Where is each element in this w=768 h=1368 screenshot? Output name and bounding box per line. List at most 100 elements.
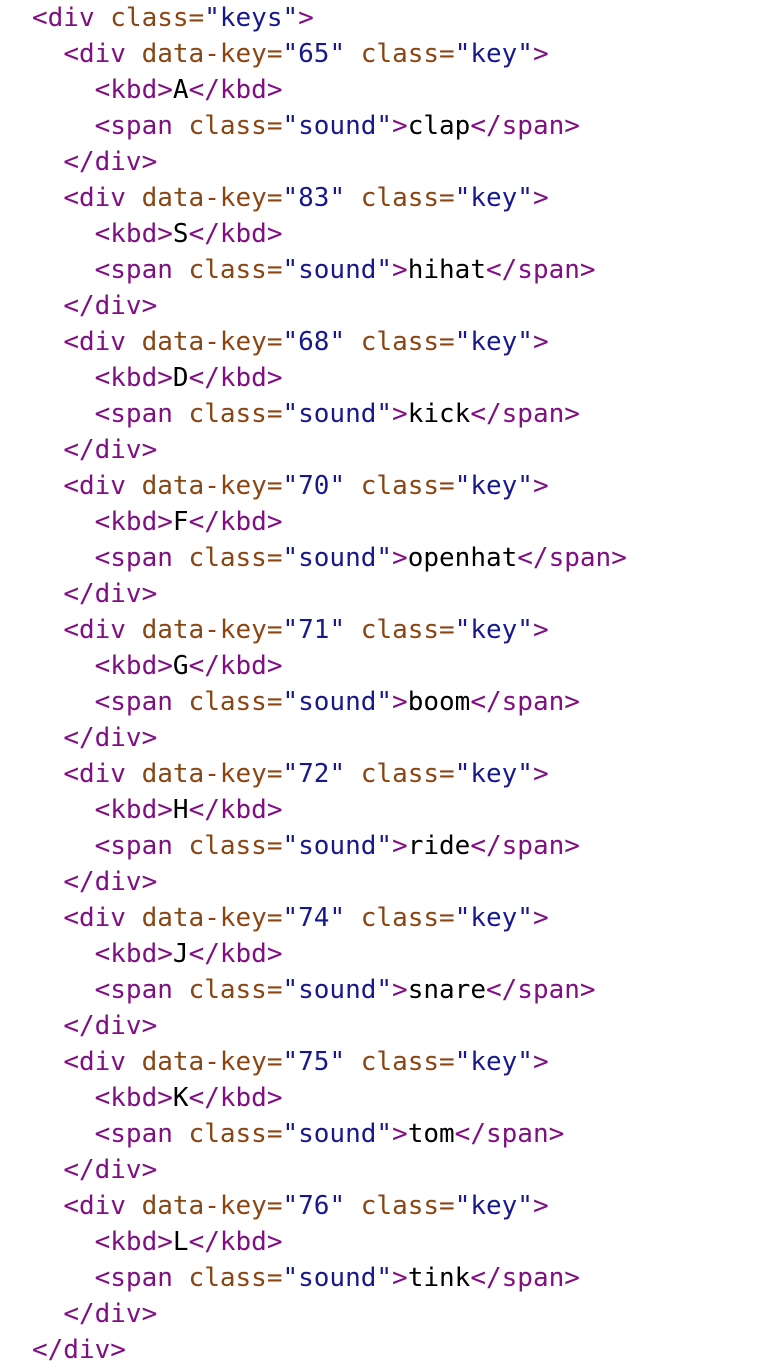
code-line: </div> xyxy=(32,576,768,612)
code-token-tag: </span> xyxy=(470,111,580,141)
code-token-tag: > xyxy=(392,543,408,573)
code-token-tag xyxy=(345,759,361,789)
code-line: </div> xyxy=(32,144,768,180)
code-token-val: "sound" xyxy=(282,399,393,429)
code-token-tag: </span> xyxy=(517,543,627,573)
code-token-attr: data-key= xyxy=(141,1191,283,1221)
code-token-tag: </span> xyxy=(470,831,580,861)
code-token-txt: ride xyxy=(407,831,471,861)
code-token-tag: > xyxy=(532,39,549,69)
code-token-attr: class= xyxy=(188,687,283,717)
code-token-attr: class= xyxy=(360,1191,455,1221)
code-line: <kbd>H</kbd> xyxy=(32,792,768,828)
code-token-attr: data-key= xyxy=(141,183,283,213)
code-token-val: "key" xyxy=(454,327,533,357)
code-line: <span class="sound">boom</span> xyxy=(32,684,768,720)
code-token-tag: </div> xyxy=(63,867,158,897)
code-token-tag: <kbd> xyxy=(94,651,173,681)
code-token-attr: data-key= xyxy=(141,471,283,501)
code-token-tag: </kbd> xyxy=(188,1227,283,1257)
code-line: <kbd>K</kbd> xyxy=(32,1080,768,1116)
code-token-attr: data-key= xyxy=(141,1047,283,1077)
code-token-tag: </kbd> xyxy=(188,939,283,969)
code-token-val: "key" xyxy=(454,1191,533,1221)
code-token-txt: boom xyxy=(407,687,471,717)
code-token-tag xyxy=(345,39,361,69)
code-token-attr: data-key= xyxy=(141,39,283,69)
code-token-tag: </kbd> xyxy=(188,795,283,825)
code-token-val: "key" xyxy=(454,1047,533,1077)
code-line: </div> xyxy=(32,864,768,900)
code-token-tag: <kbd> xyxy=(94,219,173,249)
code-token-txt: D xyxy=(172,363,189,393)
code-token-attr: class= xyxy=(360,471,455,501)
code-token-val: "65" xyxy=(282,39,346,69)
code-token-attr: class= xyxy=(360,615,455,645)
code-token-tag: <div xyxy=(32,3,111,33)
code-token-tag: </span> xyxy=(485,255,596,285)
code-token-val: "key" xyxy=(454,39,533,69)
code-token-attr: class= xyxy=(188,1119,283,1149)
code-token-tag: </kbd> xyxy=(188,363,283,393)
code-token-txt: tom xyxy=(407,1119,455,1149)
code-line: <span class="sound">tom</span> xyxy=(32,1116,768,1152)
code-token-txt: kick xyxy=(407,399,471,429)
code-token-tag: </span> xyxy=(485,975,596,1005)
code-token-tag: </kbd> xyxy=(188,219,283,249)
code-line: <div data-key="70" class="key"> xyxy=(32,468,768,504)
code-token-tag: </div> xyxy=(63,147,158,177)
code-token-tag xyxy=(345,471,361,501)
code-token-attr: data-key= xyxy=(141,327,283,357)
code-token-tag: <div xyxy=(63,615,142,645)
code-token-tag: </kbd> xyxy=(188,1083,283,1113)
code-token-tag: <div xyxy=(63,471,142,501)
code-token-tag: > xyxy=(532,183,549,213)
code-token-tag: </span> xyxy=(470,1263,580,1293)
code-token-tag xyxy=(345,183,361,213)
code-token-tag: </div> xyxy=(63,579,158,609)
code-token-tag: > xyxy=(532,615,549,645)
code-line: <div data-key="65" class="key"> xyxy=(32,36,768,72)
code-line: <div data-key="72" class="key"> xyxy=(32,756,768,792)
code-line: <span class="sound">openhat</span> xyxy=(32,540,768,576)
code-token-tag: <kbd> xyxy=(94,795,173,825)
code-token-val: "keys" xyxy=(204,3,299,33)
code-token-txt: H xyxy=(172,795,189,825)
code-token-tag: </kbd> xyxy=(188,75,283,105)
code-token-tag: </span> xyxy=(470,399,580,429)
code-token-attr: class= xyxy=(110,3,205,33)
code-token-tag: <div xyxy=(63,1191,142,1221)
code-token-attr: class= xyxy=(188,543,283,573)
code-token-tag: <div xyxy=(63,327,142,357)
code-token-tag: > xyxy=(532,759,549,789)
code-token-val: "68" xyxy=(282,327,346,357)
code-token-tag: <kbd> xyxy=(94,507,173,537)
code-token-tag: </span> xyxy=(454,1119,565,1149)
code-token-txt: tink xyxy=(407,1263,471,1293)
code-token-tag: <kbd> xyxy=(94,75,173,105)
code-token-val: "83" xyxy=(282,183,346,213)
code-token-attr: class= xyxy=(188,1263,283,1293)
code-token-tag: > xyxy=(532,903,549,933)
code-line: <span class="sound">hihat</span> xyxy=(32,252,768,288)
code-line: <div class="keys"> xyxy=(32,0,768,36)
code-token-tag xyxy=(345,615,361,645)
code-token-val: "sound" xyxy=(282,543,393,573)
code-token-tag: <div xyxy=(63,39,142,69)
code-token-attr: data-key= xyxy=(141,615,283,645)
code-token-txt: snare xyxy=(407,975,486,1005)
code-token-attr: class= xyxy=(360,903,455,933)
code-token-txt: G xyxy=(172,651,189,681)
